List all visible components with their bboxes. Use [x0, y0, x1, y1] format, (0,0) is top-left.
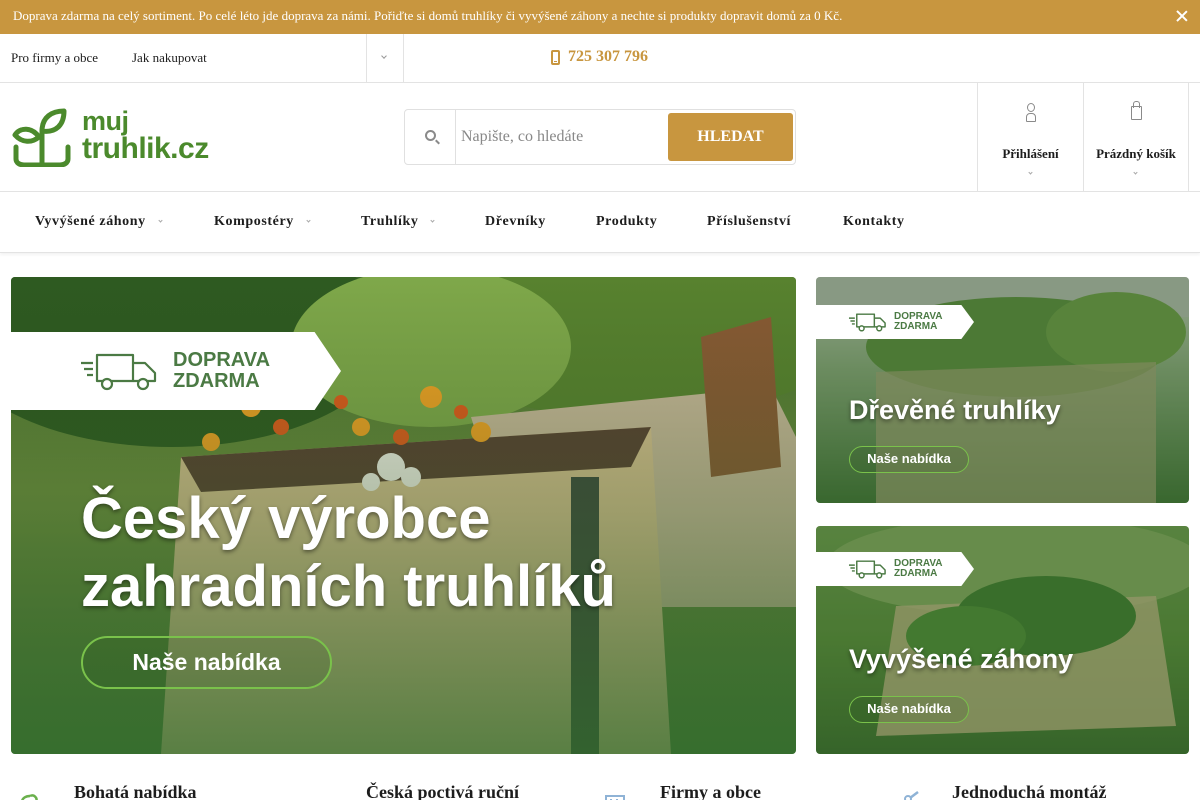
hero-banner[interactable]: DOPRAVA ZDARMA Český výrobce zahradních …	[11, 277, 796, 754]
announcement-bar: Doprava zdarma na celý sortiment. Po cel…	[0, 0, 1200, 34]
nav-item-label: Vyvýšené záhony	[35, 214, 146, 229]
feature-jednoducha-montaz: Jednoduchá montáž	[896, 782, 1107, 800]
login-label: Přihlášení	[1002, 146, 1059, 161]
sprout-icon	[12, 108, 71, 167]
feature-text: Bohatá nabídka	[74, 782, 197, 800]
ribbon-line: ZDARMA	[894, 321, 938, 332]
banner-drevene-truhliky[interactable]: DOPRAVA ZDARMA Dřevěné truhlíky Naše nab…	[816, 277, 1189, 503]
free-shipping-ribbon: DOPRAVA ZDARMA	[816, 305, 974, 339]
hero-title: Český výrobce zahradních truhlíků	[81, 485, 781, 621]
announcement-text: Doprava zdarma na celý sortiment. Po cel…	[13, 8, 843, 23]
search-input[interactable]	[461, 120, 661, 154]
free-shipping-ribbon: DOPRAVA ZDARMA	[816, 552, 974, 586]
chevron-down-icon	[1027, 170, 1033, 175]
sprout-icon	[21, 794, 38, 800]
feature-bohata-nabidka: Bohatá nabídka	[18, 782, 197, 800]
nav-item-label: Kontakty	[843, 214, 905, 229]
phone-number: 725 307 796	[568, 48, 648, 65]
nav-item-produkty[interactable]: Produkty	[596, 214, 657, 230]
ribbon-text: DOPRAVA ZDARMA	[894, 311, 943, 333]
logo-line2: truhlik.cz	[82, 132, 209, 165]
nav-item-label: Kompostéry	[214, 214, 294, 229]
chevron-down-icon	[430, 218, 436, 223]
nav-item-truhliky[interactable]: Truhlíky	[361, 214, 436, 230]
login-button[interactable]: Přihlášení	[977, 83, 1083, 192]
nav-item-kontakty[interactable]: Kontakty	[843, 214, 905, 230]
main-nav: Vyvýšené záhony Kompostéry Truhlíky Dřev…	[0, 192, 1200, 253]
nav-item-label: Dřevníky	[485, 214, 546, 229]
hero-title-line: Český výrobce	[81, 486, 491, 551]
link-pro-firmy[interactable]: Pro firmy a obce	[11, 50, 98, 66]
cart-button[interactable]: Prázdný košík	[1083, 83, 1189, 192]
offer-button[interactable]: Naše nabídka	[849, 696, 969, 723]
search-icon-wrap	[405, 110, 456, 164]
free-shipping-ribbon: DOPRAVA ZDARMA	[11, 332, 341, 410]
truck-icon	[848, 313, 886, 332]
feature-text: Firmy a obce	[660, 782, 761, 800]
divider	[366, 34, 367, 82]
phone-link[interactable]: 725 307 796	[551, 48, 648, 66]
search-icon	[425, 130, 436, 141]
divider	[403, 34, 404, 82]
chevron-down-icon	[306, 218, 311, 223]
tools-icon	[904, 791, 919, 800]
user-icon	[1026, 103, 1036, 122]
chevron-down-icon	[158, 218, 163, 223]
close-icon[interactable]	[1174, 8, 1190, 24]
feature-ceska-poctiva: Česká poctivá ruční	[310, 782, 519, 800]
banner-title: Dřevěné truhlíky	[849, 395, 1061, 425]
handshake-icon	[310, 790, 336, 800]
ribbon-line: ZDARMA	[173, 370, 260, 392]
top-bar: Pro firmy a obce Jak nakupovat 725 307 7…	[0, 34, 1200, 83]
hero-offer-button[interactable]: Naše nabídka	[81, 636, 332, 689]
banner-title: Vyvýšené záhony	[849, 644, 1074, 674]
search-button[interactable]: HLEDAT	[668, 113, 793, 161]
truck-icon	[81, 353, 157, 391]
nav-item-label: Příslušenství	[707, 214, 792, 229]
ribbon-text: DOPRAVA ZDARMA	[894, 558, 943, 580]
nav-item-label: Produkty	[596, 214, 658, 229]
feature-firmy-obce: Firmy a obce	[604, 782, 761, 800]
chevron-down-icon	[1133, 170, 1138, 175]
logo[interactable]: muj truhlik.cz	[12, 107, 227, 169]
chevron-down-icon[interactable]	[381, 53, 387, 59]
ribbon-text: DOPRAVA ZDARMA	[173, 350, 270, 392]
nav-item-prislusenstvi[interactable]: Příslušenství	[707, 214, 791, 230]
link-jak-nakupovat[interactable]: Jak nakupovat	[132, 50, 207, 66]
cart-label: Prázdný košík	[1096, 146, 1176, 161]
site-header: muj truhlik.cz HLEDAT Přihlášení Prázdný…	[0, 83, 1200, 192]
offer-button[interactable]: Naše nabídka	[849, 446, 969, 473]
nav-item-drevniky[interactable]: Dřevníky	[485, 214, 546, 230]
banner-vyvysene-zahony[interactable]: DOPRAVA ZDARMA Vyvýšené záhony Naše nabí…	[816, 526, 1189, 754]
search-bar: HLEDAT	[404, 109, 796, 165]
logo-line1: muj	[82, 106, 129, 136]
phone-icon	[551, 49, 560, 65]
feature-text: Jednoduchá montáž	[952, 782, 1107, 800]
building-icon	[605, 795, 625, 800]
logo-wordmark: muj truhlik.cz	[82, 106, 209, 165]
nav-item-kompostery[interactable]: Kompostéry	[214, 214, 311, 230]
ribbon-line: ZDARMA	[894, 568, 938, 579]
truck-icon	[848, 560, 886, 579]
ribbon-line: DOPRAVA	[173, 349, 271, 371]
feature-text: Česká poctivá ruční	[366, 782, 519, 800]
hero-title-line: zahradních truhlíků	[81, 554, 616, 619]
shopping-bag-icon	[1131, 101, 1142, 120]
nav-item-vyvysene-zahony[interactable]: Vyvýšené záhony	[35, 214, 163, 230]
nav-item-label: Truhlíky	[361, 214, 419, 229]
